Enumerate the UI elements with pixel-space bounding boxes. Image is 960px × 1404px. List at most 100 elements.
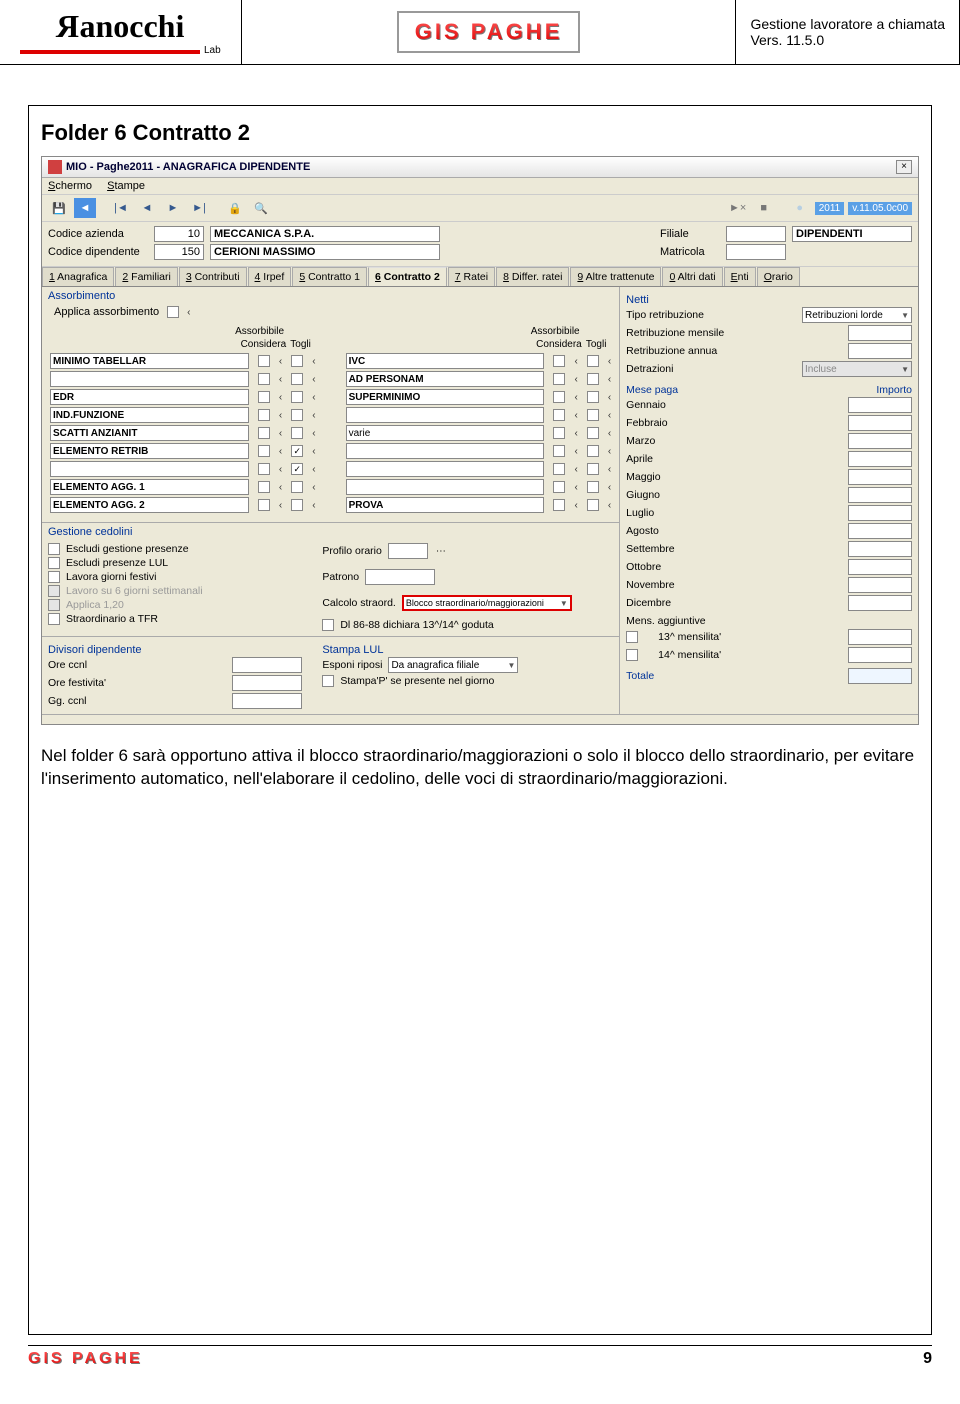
togli-checkbox[interactable] bbox=[587, 499, 599, 511]
togli-checkbox[interactable] bbox=[587, 355, 599, 367]
element-name-field[interactable]: ELEMENTO AGG. 2 bbox=[50, 497, 249, 513]
divisori-field[interactable] bbox=[232, 657, 302, 673]
considera-checkbox[interactable] bbox=[258, 499, 270, 511]
tab[interactable]: 7 Ratei bbox=[448, 267, 495, 286]
bullet-icon[interactable]: ● bbox=[789, 198, 811, 218]
back-icon[interactable]: ◄ bbox=[74, 198, 96, 218]
tab[interactable]: Enti bbox=[724, 267, 756, 286]
play-end-icon[interactable]: ►× bbox=[727, 198, 749, 218]
element-name-field[interactable] bbox=[50, 371, 249, 387]
close-icon[interactable]: × bbox=[896, 160, 912, 174]
considera-checkbox[interactable] bbox=[553, 499, 565, 511]
tab[interactable]: 8 Differ. ratei bbox=[496, 267, 569, 286]
considera-checkbox[interactable] bbox=[258, 355, 270, 367]
tab[interactable]: 1 Anagrafica bbox=[42, 267, 114, 286]
considera-checkbox[interactable] bbox=[553, 391, 565, 403]
element-name-field[interactable]: SCATTI ANZIANIT bbox=[50, 425, 249, 441]
element-name-field[interactable]: EDR bbox=[50, 389, 249, 405]
profilo-orario-field[interactable] bbox=[388, 543, 428, 559]
element-name-field[interactable]: varie bbox=[346, 425, 545, 441]
element-name-field[interactable]: AD PERSONAM bbox=[346, 371, 545, 387]
considera-checkbox[interactable] bbox=[258, 445, 270, 457]
togli-checkbox[interactable] bbox=[291, 427, 303, 439]
prev-icon[interactable]: ◄ bbox=[136, 198, 158, 218]
element-name-field[interactable] bbox=[346, 407, 545, 423]
element-name-field[interactable] bbox=[50, 461, 249, 477]
search-icon[interactable]: 🔍 bbox=[250, 198, 272, 218]
mese-importo-field[interactable] bbox=[848, 487, 912, 503]
considera-checkbox[interactable] bbox=[553, 463, 565, 475]
element-name-field[interactable] bbox=[346, 443, 545, 459]
filiale-nome-field[interactable]: DIPENDENTI bbox=[792, 226, 912, 242]
mese-importo-field[interactable] bbox=[848, 523, 912, 539]
togli-checkbox[interactable] bbox=[291, 481, 303, 493]
tab[interactable]: 6 Contratto 2 bbox=[368, 267, 447, 286]
togli-checkbox[interactable] bbox=[291, 409, 303, 421]
togli-checkbox[interactable]: ✓ bbox=[291, 445, 303, 457]
element-name-field[interactable] bbox=[346, 479, 545, 495]
codice-dipendente-field[interactable]: 150 bbox=[154, 244, 204, 260]
togli-checkbox[interactable]: ✓ bbox=[291, 463, 303, 475]
m14-checkbox[interactable] bbox=[626, 649, 638, 661]
togli-checkbox[interactable] bbox=[291, 499, 303, 511]
save-icon[interactable]: 💾 bbox=[48, 198, 70, 218]
mese-importo-field[interactable] bbox=[848, 559, 912, 575]
esponi-riposi-select[interactable]: Da anagrafica filiale bbox=[388, 657, 518, 673]
applica-assorbimento-checkbox[interactable] bbox=[167, 306, 179, 318]
dots-icon[interactable]: ⋯ bbox=[436, 546, 446, 557]
filiale-code-field[interactable] bbox=[726, 226, 786, 242]
considera-checkbox[interactable] bbox=[258, 463, 270, 475]
considera-checkbox[interactable] bbox=[553, 355, 565, 367]
tab[interactable]: 3 Contributi bbox=[179, 267, 247, 286]
togli-checkbox[interactable] bbox=[587, 481, 599, 493]
considera-checkbox[interactable] bbox=[553, 409, 565, 421]
tipo-retribuzione-select[interactable]: Retribuzioni lorde bbox=[802, 307, 912, 323]
considera-checkbox[interactable] bbox=[553, 481, 565, 493]
considera-checkbox[interactable] bbox=[553, 373, 565, 385]
patrono-field[interactable] bbox=[365, 569, 435, 585]
dl-86-88-checkbox[interactable] bbox=[322, 619, 334, 631]
tab[interactable]: Orario bbox=[757, 267, 800, 286]
element-name-field[interactable]: IND.FUNZIONE bbox=[50, 407, 249, 423]
element-name-field[interactable]: PROVA bbox=[346, 497, 545, 513]
togli-checkbox[interactable] bbox=[587, 445, 599, 457]
tab[interactable]: 9 Altre trattenute bbox=[570, 267, 661, 286]
menu-stampe[interactable]: Stampe bbox=[107, 180, 145, 192]
considera-checkbox[interactable] bbox=[258, 391, 270, 403]
togli-checkbox[interactable] bbox=[291, 355, 303, 367]
togli-checkbox[interactable] bbox=[587, 463, 599, 475]
m13-field[interactable] bbox=[848, 629, 912, 645]
matricola-field[interactable] bbox=[726, 244, 786, 260]
mese-importo-field[interactable] bbox=[848, 433, 912, 449]
cedolini-checkbox[interactable] bbox=[48, 613, 60, 625]
app-menubar[interactable]: Schermo Stampe bbox=[42, 178, 918, 195]
element-name-field[interactable] bbox=[346, 461, 545, 477]
azienda-nome-field[interactable]: MECCANICA S.P.A. bbox=[210, 226, 440, 242]
m14-field[interactable] bbox=[848, 647, 912, 663]
retr-mensile-field[interactable] bbox=[848, 325, 912, 341]
tab[interactable]: 5 Contratto 1 bbox=[292, 267, 367, 286]
element-name-field[interactable]: IVC bbox=[346, 353, 545, 369]
calcolo-straord-select[interactable]: Blocco straordinario/maggiorazioni bbox=[402, 595, 572, 611]
dipendente-nome-field[interactable]: CERIONI MASSIMO bbox=[210, 244, 440, 260]
considera-checkbox[interactable] bbox=[553, 427, 565, 439]
mese-importo-field[interactable] bbox=[848, 595, 912, 611]
divisori-field[interactable] bbox=[232, 693, 302, 709]
togli-checkbox[interactable] bbox=[587, 427, 599, 439]
cedolini-checkbox[interactable] bbox=[48, 543, 60, 555]
considera-checkbox[interactable] bbox=[553, 445, 565, 457]
mese-importo-field[interactable] bbox=[848, 415, 912, 431]
element-name-field[interactable]: SUPERMINIMO bbox=[346, 389, 545, 405]
divisori-field[interactable] bbox=[232, 675, 302, 691]
lock-icon[interactable]: 🔒 bbox=[224, 198, 246, 218]
element-name-field[interactable]: ELEMENTO AGG. 1 bbox=[50, 479, 249, 495]
cedolini-checkbox[interactable] bbox=[48, 571, 60, 583]
mese-importo-field[interactable] bbox=[848, 577, 912, 593]
element-name-field[interactable]: ELEMENTO RETRIB bbox=[50, 443, 249, 459]
tab[interactable]: 2 Familiari bbox=[115, 267, 177, 286]
mese-importo-field[interactable] bbox=[848, 469, 912, 485]
considera-checkbox[interactable] bbox=[258, 409, 270, 421]
considera-checkbox[interactable] bbox=[258, 373, 270, 385]
togli-checkbox[interactable] bbox=[291, 391, 303, 403]
tab[interactable]: 0 Altri dati bbox=[662, 267, 722, 286]
